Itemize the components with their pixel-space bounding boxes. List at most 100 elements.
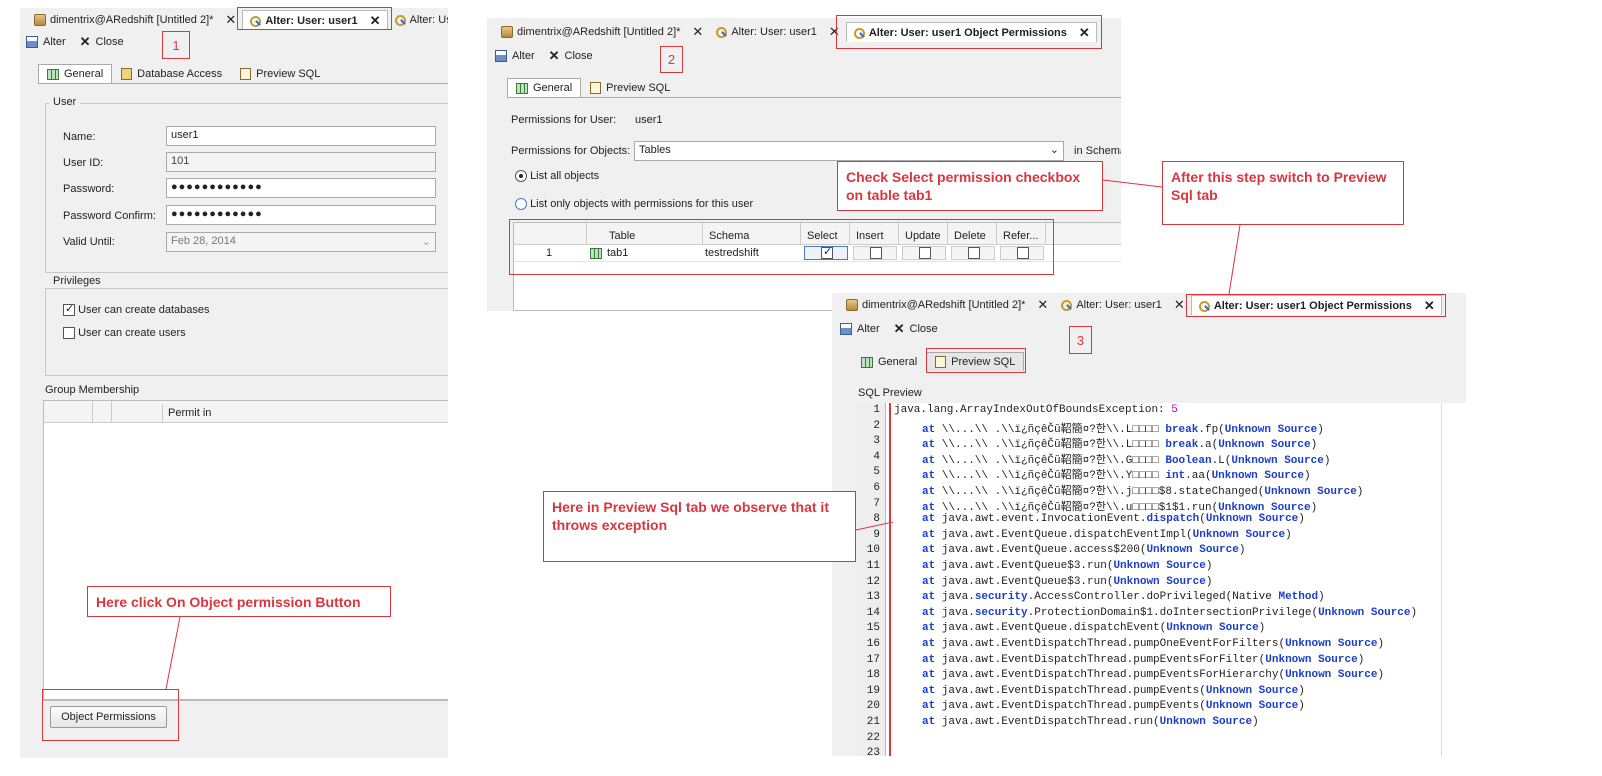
code-line: 2 at \\...\\ .\\ï¿ñçêČŭ鞀簡¤?한\\.L□□□□ brea… — [856, 420, 1466, 436]
code-token: ) — [1298, 700, 1305, 713]
code-keyword-at: at — [922, 700, 936, 713]
tab-connection[interactable]: dimentrix@ARedshift [Untitled 2]* ✕ — [495, 22, 709, 42]
line-number: 21 — [866, 716, 880, 728]
priv-create-db[interactable]: User can create databases — [63, 302, 210, 317]
close-icon[interactable]: ✕ — [692, 24, 703, 40]
code-line: 21 at java.awt.EventDispatchThread.run(Un… — [856, 716, 1466, 732]
database-icon — [846, 299, 858, 311]
line-number: 14 — [866, 606, 880, 619]
code-token: ) — [1205, 560, 1213, 572]
priv-create-users[interactable]: User can create users — [63, 327, 186, 340]
line-number: 18 — [866, 669, 880, 682]
code-keyword: Method — [1278, 591, 1319, 604]
code-line: 6 at \\...\\ .\\ï¿ñçêČŭ鞀簡¤?한\\.j□□□□$8.st… — [856, 482, 1466, 498]
tab-general[interactable]: General — [38, 64, 113, 83]
userid-field[interactable]: 101 — [166, 152, 436, 172]
tab-preview-sql[interactable]: Preview SQL — [581, 78, 679, 97]
tab-general[interactable]: General — [852, 352, 926, 371]
name-field[interactable]: user1 — [166, 126, 436, 146]
line-number: 10 — [866, 544, 880, 557]
group-membership-label: Group Membership — [45, 384, 140, 396]
code-line: 16 at java.awt.EventDispatchThread.pumpOn… — [856, 638, 1466, 654]
tab-general[interactable]: General — [507, 78, 582, 97]
alter-button[interactable]: Alter — [495, 50, 535, 62]
radio-list-only[interactable]: List only objects with permissions for t… — [515, 198, 753, 211]
line-number: 16 — [866, 638, 880, 650]
connector-line — [1228, 224, 1241, 295]
code-token: ) — [1310, 501, 1318, 514]
close-icon[interactable]: ✕ — [225, 12, 236, 28]
tab-alter-user-truncated[interactable]: Alter: Us — [388, 10, 448, 30]
radio-list-all[interactable]: List all objects — [515, 170, 599, 183]
privileges-legend: Privileges — [49, 275, 105, 287]
code-token: .fp( — [1198, 423, 1225, 436]
code-token: java.awt.EventQueue$3.run( — [935, 575, 1114, 588]
code-token: \\...\\ .\\ï¿ñçêČŭ鞀簡¤?한\\.L□□□□ — [935, 423, 1166, 436]
highlight-permissions-table — [509, 219, 1054, 275]
close-icon[interactable]: ✕ — [1037, 297, 1048, 313]
code-keyword-at: at — [922, 716, 936, 728]
alter-button[interactable]: Alter — [840, 323, 880, 335]
valid-until-field[interactable]: Feb 28, 2014 ⌄ — [166, 232, 436, 252]
permissions-objects-label: Permissions for Objects: — [511, 145, 631, 157]
create-db-checkbox[interactable] — [63, 302, 75, 317]
code-keyword-at: at — [922, 501, 936, 514]
close-button[interactable]: ✕ Close — [894, 321, 938, 337]
create-users-checkbox[interactable] — [63, 327, 75, 340]
step-2-label: 2 — [660, 46, 683, 73]
code-token: ) — [1205, 575, 1213, 588]
close-button[interactable]: ✕ Close — [80, 34, 124, 50]
callout-switch-preview: After this step switch to Preview Sql ta… — [1162, 161, 1404, 225]
highlight-object-permissions-tab — [836, 15, 1102, 49]
code-token: .a( — [1198, 439, 1219, 452]
code-token: .L( — [1211, 454, 1232, 467]
permit-in-column[interactable]: Permit in — [162, 404, 216, 422]
code-text: at \\...\\ .\\ï¿ñçêČŭ鞀簡¤?한\\.G□□□□ Boole… — [922, 451, 1330, 467]
code-text: at java.awt.EventQueue$3.run(Unknown Sou… — [922, 576, 1212, 588]
code-text: at java.awt.event.InvocationEvent.dispat… — [922, 513, 1305, 525]
code-source: Unknown Source — [1285, 638, 1378, 650]
code-token: ) — [1285, 528, 1292, 541]
key-icon — [394, 14, 406, 26]
code-token: ) — [1410, 606, 1418, 619]
tab-alter-user[interactable]: Alter: User: user1 ✕ — [1054, 295, 1191, 315]
code-text: at java.awt.EventQueue.dispatchEventImpl… — [922, 529, 1292, 541]
code-token: ) — [1258, 622, 1266, 635]
code-token: \\...\\ .\\ï¿ñçêČŭ鞀簡¤?한\\.j□□□□$8.stateC… — [935, 486, 1265, 498]
code-text: at \\...\\ .\\ï¿ñçêČŭ鞀簡¤?한\\.j□□□□$8.sta… — [922, 482, 1363, 498]
code-keyword-at: at — [922, 606, 936, 619]
code-line: 14 at java.security.ProtectionDomain$1.do… — [856, 607, 1466, 623]
code-keyword-at: at — [922, 591, 936, 604]
list-all-radio[interactable] — [515, 170, 527, 183]
sql-editor[interactable]: 1 java.lang.ArrayIndexOutOfBoundsExceptio… — [856, 403, 1466, 756]
close-icon[interactable]: ✕ — [1174, 297, 1185, 313]
name-label: Name: — [63, 131, 96, 143]
code-token: java.awt.EventDispatchThread.pumpEvents( — [935, 684, 1206, 697]
alter-button[interactable]: Alter — [26, 36, 66, 48]
tab-alter-user[interactable]: Alter: User: user1 ✕ — [709, 22, 846, 42]
tab-database-access[interactable]: Database Access — [112, 64, 231, 83]
permissions-objects-select[interactable]: Tables ⌄ — [634, 141, 1064, 161]
code-line: 18 at java.awt.EventDispatchThread.pumpEv… — [856, 669, 1466, 685]
code-source: Unknown Source — [1218, 439, 1311, 452]
password-confirm-field[interactable]: ●●●●●●●●●●●● — [166, 205, 436, 225]
code-token: java.awt.event.InvocationEvent. — [935, 513, 1147, 526]
tab-preview-sql[interactable]: Preview SQL — [231, 64, 329, 83]
tab-connection[interactable]: dimentrix@ARedshift [Untitled 2]* ✕ — [840, 295, 1054, 315]
password-label: Password: — [63, 183, 115, 195]
list-only-radio[interactable] — [515, 198, 527, 211]
code-text: at java.awt.EventDispatchThread.run(Unkn… — [922, 716, 1259, 728]
highlight-preview-window-tab — [1186, 294, 1446, 317]
callout-observe-exception: Here in Preview Sql tab we observe that … — [543, 491, 856, 562]
callout-click-object-permissions: Here click On Object permission Button — [87, 586, 391, 617]
save-icon — [495, 50, 507, 62]
password-field[interactable]: ●●●●●●●●●●●● — [166, 178, 436, 198]
permissions-user-value: user1 — [635, 114, 663, 126]
permissions-user-label: Permissions for User: — [511, 114, 617, 126]
code-source: Unknown Source — [1264, 486, 1357, 498]
code-keyword-at: at — [922, 528, 936, 541]
close-button[interactable]: ✕ Close — [549, 48, 593, 64]
tab-connection[interactable]: dimentrix@ARedshift [Untitled 2]* ✕ — [28, 10, 242, 30]
line-number: 13 — [866, 591, 880, 604]
code-line: 7 at \\...\\ .\\ï¿ñçêČŭ鞀簡¤?한\\.u□□□□$1$1.… — [856, 498, 1466, 514]
